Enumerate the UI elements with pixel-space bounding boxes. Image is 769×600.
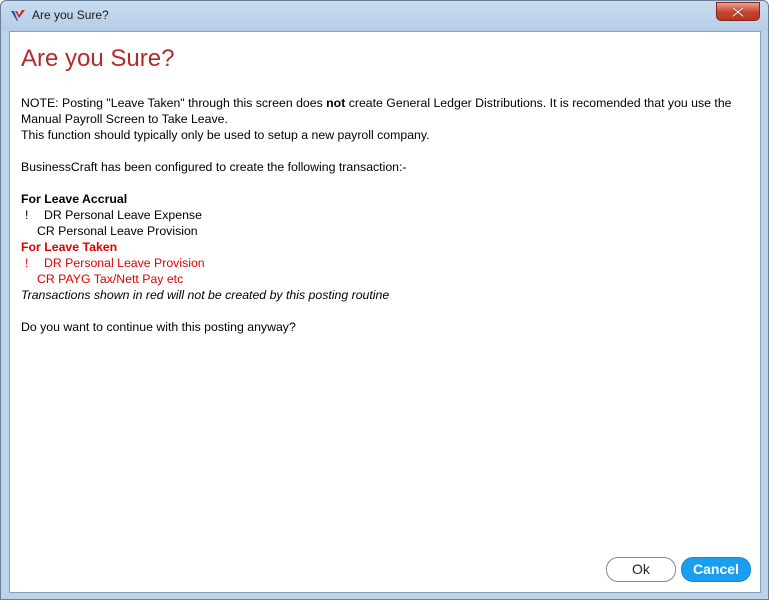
red-transactions-note: Transactions shown in red will not be cr…: [21, 288, 390, 302]
accrual-cr-line: CR Personal Leave Provision: [37, 224, 198, 238]
taken-dr-text: DR Personal Leave Provision: [44, 256, 205, 270]
cancel-button[interactable]: Cancel: [681, 557, 751, 582]
continue-question: Do you want to continue with this postin…: [21, 320, 296, 334]
ok-button[interactable]: Ok: [606, 557, 676, 582]
close-icon: [732, 7, 744, 17]
close-button[interactable]: [716, 2, 760, 21]
taken-cr-line: CR PAYG Tax/Nett Pay etc: [37, 272, 184, 286]
warning-mark: !: [25, 208, 29, 222]
accrual-heading: For Leave Accrual: [21, 192, 128, 206]
note-line-2: This function should typically only be u…: [21, 128, 430, 142]
message-body: NOTE: Posting "Leave Taken" through this…: [21, 95, 751, 335]
warning-mark: !: [25, 256, 29, 270]
note-paragraph: NOTE: Posting "Leave Taken" through this…: [21, 95, 751, 127]
accrual-dr-line: ! DR Personal Leave Expense: [21, 207, 751, 223]
businesscraft-app-icon: [11, 10, 25, 21]
config-line: BusinessCraft has been configured to cre…: [21, 160, 407, 174]
note-emphasis: not: [326, 96, 346, 110]
window-title: Are you Sure?: [32, 8, 109, 22]
taken-dr-line: ! DR Personal Leave Provision: [21, 255, 751, 271]
dialog-heading: Are you Sure?: [21, 45, 175, 72]
dialog-content: Are you Sure? NOTE: Posting "Leave Taken…: [9, 31, 761, 593]
taken-heading: For Leave Taken: [21, 240, 118, 254]
note-text-start: NOTE: Posting "Leave Taken" through this…: [21, 96, 327, 110]
title-bar[interactable]: Are you Sure?: [1, 1, 768, 31]
dialog-window: Are you Sure? Are you Sure? NOTE: Postin…: [0, 0, 769, 600]
accrual-dr-text: DR Personal Leave Expense: [44, 208, 202, 222]
